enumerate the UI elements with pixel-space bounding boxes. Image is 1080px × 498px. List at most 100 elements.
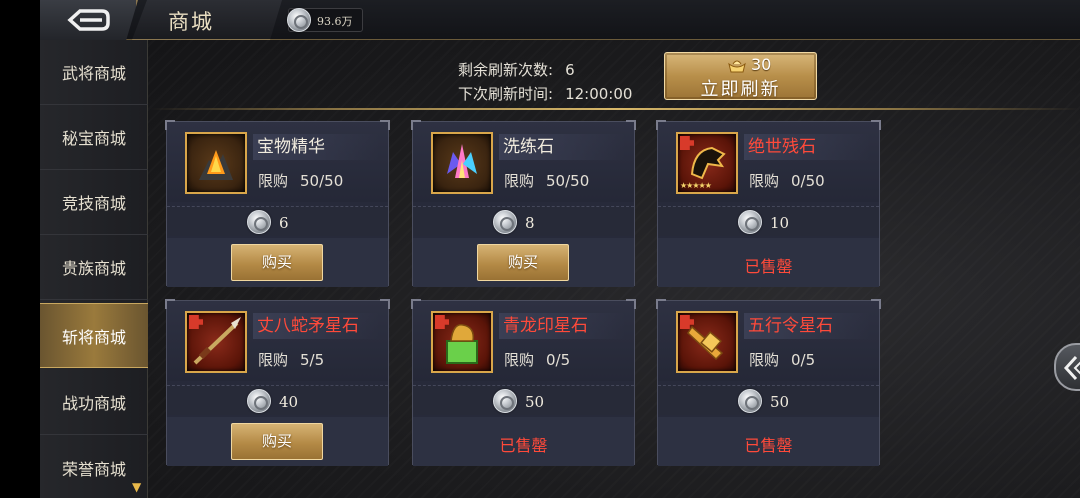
buy-button[interactable]: 购买: [231, 423, 323, 460]
card-action: 已售罄: [658, 238, 879, 287]
refresh-next-value: 12:00:00: [565, 85, 633, 103]
item-name: 青龙印星石: [499, 313, 625, 339]
item-name: 洗练石: [499, 134, 625, 160]
refresh-remaining-value: 6: [565, 61, 575, 79]
buy-button[interactable]: 购买: [477, 244, 569, 281]
purchase-limit: 限购 5/5: [258, 349, 324, 370]
gold-ingot-icon: [728, 60, 746, 73]
purchase-limit: 限购 0/50: [749, 170, 825, 191]
limit-label: 限购: [504, 172, 535, 190]
treasure-essence-icon[interactable]: [185, 132, 247, 194]
silver-coin-icon: [247, 389, 271, 413]
peerless-fragment-icon[interactable]: ★★★★★: [676, 132, 738, 194]
card-info: 丈八蛇矛星石 限购 5/5: [167, 301, 388, 381]
back-button[interactable]: [40, 0, 138, 40]
item-name: 五行令星石: [744, 313, 870, 339]
card-action: 已售罄: [658, 417, 879, 466]
silver-coin-icon: [247, 210, 271, 234]
purchase-limit: 限购 0/5: [504, 349, 570, 370]
card-info: 青龙印星石 限购 0/5: [413, 301, 634, 381]
refresh-info: 剩余刷新次数: 6 下次刷新时间: 12:00:00: [458, 58, 632, 106]
shop-card: 宝物精华 限购 50/50 6 购买: [165, 120, 390, 287]
star-rating-icon: ★★★★★: [680, 181, 712, 190]
scroll-down-icon[interactable]: ▼: [132, 480, 146, 494]
sidebar-item-label: 秘宝商城: [61, 129, 126, 148]
silver-coin-icon: [738, 389, 762, 413]
limit-value: 0/5: [546, 351, 571, 369]
currency-display: 93.6万: [287, 8, 363, 32]
card-info: 宝物精华 限购 50/50: [167, 122, 388, 202]
price-row: 50: [658, 385, 879, 415]
page-title: 商城: [168, 10, 214, 34]
sidebar-item-general-shop[interactable]: 武将商城: [40, 40, 148, 105]
sidebar: 武将商城 秘宝商城 竞技商城 贵族商城 斩将商城 战功商城 荣誉商城: [40, 40, 148, 498]
card-action: 购买: [413, 238, 634, 287]
purchase-limit: 限购 50/50: [258, 170, 343, 191]
item-name: 宝物精华: [253, 134, 379, 160]
limit-label: 限购: [258, 351, 289, 369]
sidebar-item-label: 贵族商城: [61, 259, 126, 278]
refresh-button-label: 立即刷新: [700, 79, 781, 100]
card-action: 已售罄: [413, 417, 634, 466]
sold-out-label: 已售罄: [744, 257, 793, 276]
sold-out-label: 已售罄: [744, 436, 793, 455]
refining-stone-icon[interactable]: [431, 132, 493, 194]
sidebar-item-merit-shop[interactable]: 战功商城: [40, 370, 148, 435]
price-row: 10: [658, 206, 879, 236]
item-price: 40: [279, 393, 299, 411]
sidebar-item-label: 竞技商城: [61, 194, 126, 213]
limit-label: 限购: [504, 351, 535, 369]
crystal-icon: [199, 150, 233, 180]
spear-icon: [193, 317, 241, 365]
divider: [150, 108, 1080, 110]
card-info: 洗练石 限购 50/50: [413, 122, 634, 202]
chevron-left-icon: [1063, 355, 1080, 381]
price-row: 6: [167, 206, 388, 236]
price-row: 50: [413, 385, 634, 415]
shop-card: 青龙印星石 限购 0/5 50 已售罄: [411, 299, 636, 466]
refresh-cost: 30: [751, 55, 772, 74]
sidebar-item-label: 武将商城: [61, 64, 126, 83]
top-bar: 商城 93.6万: [40, 0, 1080, 40]
sidebar-item-treasure-shop[interactable]: 秘宝商城: [40, 105, 148, 170]
five-elements-token-icon[interactable]: [676, 311, 738, 373]
card-action: 购买: [167, 238, 388, 287]
silver-coin-icon: [738, 210, 762, 234]
limit-value: 50/50: [300, 172, 344, 190]
dragon-seal-icon[interactable]: [431, 311, 493, 373]
gem-cluster-icon: [447, 144, 477, 178]
sidebar-item-label: 战功商城: [61, 394, 126, 413]
refresh-next-label: 下次刷新时间:: [458, 85, 554, 103]
seal-icon: [446, 324, 478, 364]
card-info: ★★★★★ 绝世残石 限购 0/50: [658, 122, 879, 202]
refresh-remaining-label: 剩余刷新次数:: [458, 61, 554, 79]
item-price: 6: [279, 214, 289, 232]
silver-coin-icon: [493, 210, 517, 234]
shop-card: 洗练石 限购 50/50 8 购买: [411, 120, 636, 287]
token-icon: [687, 325, 724, 361]
silver-coin-icon: [493, 389, 517, 413]
side-panel-handle[interactable]: [1054, 343, 1080, 391]
serpent-spear-icon[interactable]: [185, 311, 247, 373]
limit-value: 5/5: [300, 351, 325, 369]
buy-button[interactable]: 购买: [231, 244, 323, 281]
refresh-now-button[interactable]: 30 立即刷新: [664, 52, 817, 100]
silver-coin-icon: [287, 8, 311, 32]
sidebar-item-slay-shop[interactable]: 斩将商城: [40, 303, 148, 368]
shop-screen: 商城 93.6万 武将商城 秘宝商城 竞技商城 贵族商城 斩将商城 战功商城 荣…: [40, 0, 1080, 498]
sold-out-label: 已售罄: [499, 436, 548, 455]
item-price: 10: [770, 214, 790, 232]
item-price: 50: [525, 393, 545, 411]
purchase-limit: 限购 0/5: [749, 349, 815, 370]
limit-value: 50/50: [546, 172, 590, 190]
currency-amount: 93.6万: [317, 15, 353, 28]
sidebar-item-label: 斩将商城: [61, 327, 126, 347]
price-row: 40: [167, 385, 388, 415]
item-name: 绝世残石: [744, 134, 870, 160]
shop-card: 五行令星石 限购 0/5 50 已售罄: [656, 299, 881, 466]
price-row: 8: [413, 206, 634, 236]
shop-card: 丈八蛇矛星石 限购 5/5 40 购买: [165, 299, 390, 466]
sidebar-item-label: 荣誉商城: [61, 459, 126, 479]
sidebar-item-arena-shop[interactable]: 竞技商城: [40, 170, 148, 235]
sidebar-item-noble-shop[interactable]: 贵族商城: [40, 235, 148, 300]
